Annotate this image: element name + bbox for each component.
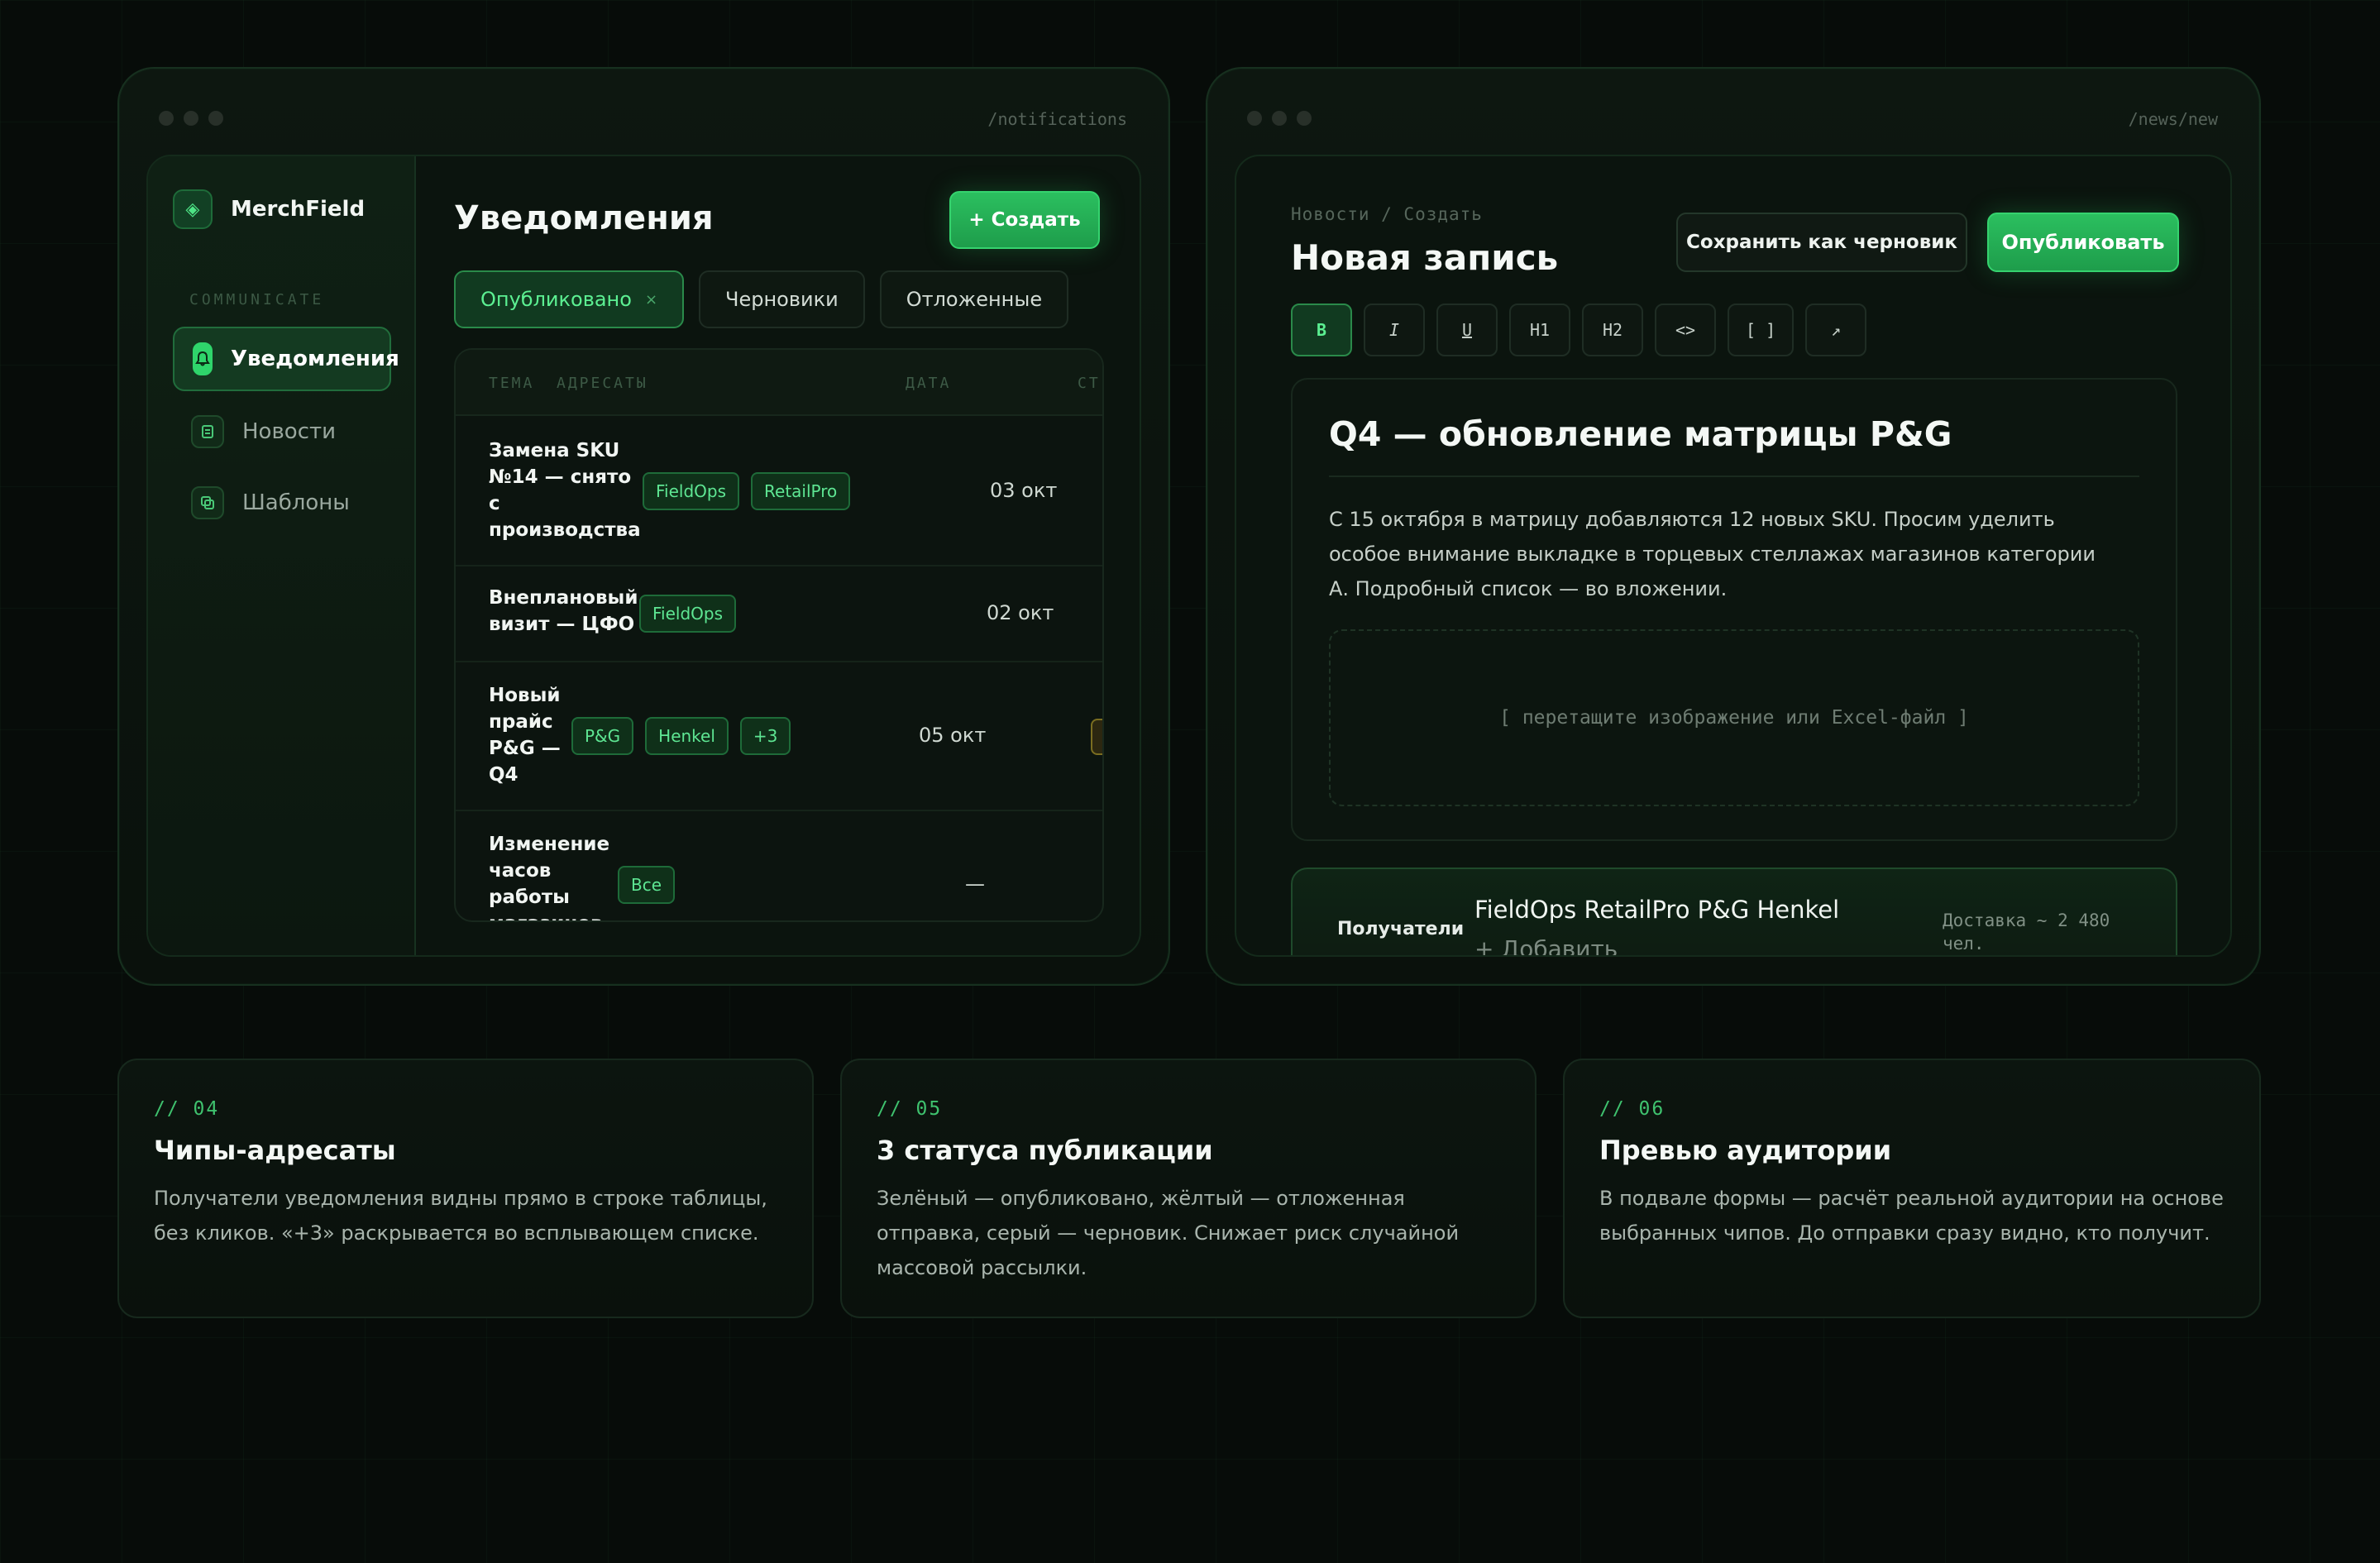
- heading2-button[interactable]: H2: [1582, 304, 1643, 356]
- row-date: 05 окт: [919, 724, 987, 747]
- brand[interactable]: ◈ MerchField: [173, 189, 365, 229]
- column-header-recipients[interactable]: АДРЕСАТЫ: [557, 375, 648, 392]
- row-topic: Внеплановый визит — ЦФО: [489, 587, 638, 635]
- sidebar-item-templates[interactable]: Шаблоны: [173, 471, 391, 535]
- publish-button[interactable]: Опубликовать: [1987, 213, 2179, 272]
- sidebar-item-label: Новости: [242, 419, 337, 444]
- window-path: /notifications: [987, 109, 1127, 129]
- card-title: 3 статуса публикации: [877, 1135, 1213, 1166]
- filter-label: Опубликовано: [480, 288, 632, 311]
- window-controls: [159, 111, 223, 126]
- recipient-chip[interactable]: P&G: [571, 717, 634, 755]
- bracket-button[interactable]: [ ]: [1728, 304, 1795, 356]
- recipient-chips: P&G Henkel +3: [571, 717, 791, 755]
- recipients-chips[interactable]: FieldOps RetailPro P&G Henkel: [1474, 896, 1839, 924]
- sidebar-item-news[interactable]: Новости: [173, 399, 391, 464]
- bold-button[interactable]: B: [1291, 304, 1352, 356]
- document-editor[interactable]: Q4 — обновление матрицы P&G С 15 октября…: [1291, 378, 2177, 841]
- save-draft-button[interactable]: Сохранить как черновик: [1676, 213, 1967, 272]
- card-number: // 04: [154, 1098, 220, 1120]
- filter-drafts[interactable]: Черновики: [699, 270, 865, 328]
- table-row[interactable]: Внеплановый визит — ЦФО FieldOps 02 окт: [456, 566, 1102, 662]
- close-icon[interactable]: ×: [645, 291, 657, 308]
- file-dropzone[interactable]: [ перетащите изображение или Excel-файл …: [1329, 629, 2139, 806]
- app-frame: ◈ MerchField COMMUNICATE Уведомления Нов…: [146, 155, 1141, 957]
- recipient-chip[interactable]: FieldOps: [639, 595, 737, 633]
- recipient-chip-more[interactable]: +3: [739, 717, 791, 755]
- sidebar-item-label: Шаблоны: [242, 490, 350, 515]
- recipients-label: Получатели: [1337, 919, 1465, 939]
- code-button[interactable]: <>: [1655, 304, 1716, 356]
- status-badge: [1091, 719, 1102, 755]
- recipients-footer: Получатели FieldOps RetailPro P&G Henkel…: [1291, 868, 2177, 955]
- news-editor-window: /news/new Новости / Создать Новая запись…: [1206, 67, 2261, 986]
- card-text: Зелёный — опубликовано, жёлтый — отложен…: [877, 1187, 1460, 1279]
- sidebar-item-label: Уведомления: [231, 347, 399, 371]
- row-topic: Новый прайс P&G — Q4: [489, 685, 561, 786]
- card-title: Чипы-адресаты: [154, 1135, 396, 1166]
- recipient-chip[interactable]: Все: [618, 866, 676, 904]
- window-controls: [1247, 111, 1312, 126]
- page-title: Новая запись: [1291, 237, 1559, 278]
- table-row[interactable]: Изменение часов работы магазинов Все —: [456, 811, 1102, 920]
- brand-name: MerchField: [231, 197, 366, 222]
- underline-button[interactable]: U: [1436, 304, 1498, 356]
- feature-card: // 04 Чипы-адресаты Получатели уведомлен…: [117, 1059, 814, 1318]
- filter-published[interactable]: Опубликовано ×: [454, 270, 685, 328]
- recipient-chips: FieldOps: [639, 595, 737, 633]
- copy-icon: [191, 486, 224, 519]
- recipient-chip[interactable]: RetailPro: [751, 472, 851, 510]
- recipient-chip[interactable]: Henkel: [645, 717, 729, 755]
- link-icon[interactable]: ↗: [1805, 304, 1867, 356]
- card-title: Превью аудитории: [1599, 1135, 1892, 1166]
- breadcrumb[interactable]: Новости / Создать: [1291, 204, 1483, 224]
- recipient-chip[interactable]: FieldOps: [643, 472, 740, 510]
- bell-icon: [193, 342, 213, 375]
- delivery-estimate: Доставка ~ 2 480 чел.: [1943, 911, 2110, 954]
- recipient-chips: FieldOps RetailPro: [643, 472, 851, 510]
- heading1-button[interactable]: H1: [1509, 304, 1570, 356]
- card-number: // 05: [877, 1098, 943, 1120]
- notifications-window: /notifications ◈ MerchField COMMUNICATE …: [117, 67, 1170, 986]
- page-title: Уведомления: [454, 199, 714, 237]
- notifications-table: ТЕМА АДРЕСАТЫ ДАТА СТ Замена SKU №14 — с…: [454, 348, 1104, 922]
- feature-card: // 05 3 статуса публикации Зелёный — опу…: [840, 1059, 1536, 1318]
- card-text: В подвале формы — расчёт реальной аудито…: [1599, 1187, 2224, 1245]
- create-button[interactable]: + Создать: [949, 191, 1100, 249]
- column-header-date[interactable]: ДАТА: [906, 375, 951, 392]
- column-header-status[interactable]: СТ: [1078, 375, 1101, 392]
- table-row[interactable]: Новый прайс P&G — Q4 P&G Henkel +3 05 ок…: [456, 662, 1102, 811]
- sidebar-section-label: COMMUNICATE: [189, 291, 325, 308]
- italic-button[interactable]: I: [1364, 304, 1425, 356]
- row-topic: Изменение часов работы магазинов: [489, 834, 610, 920]
- row-topic: Замена SKU №14 — снято с производства: [489, 440, 641, 541]
- card-text: Получатели уведомления видны прямо в стр…: [154, 1187, 767, 1245]
- filter-scheduled[interactable]: Отложенные: [879, 270, 1069, 328]
- status-filters: Опубликовано × Черновики Отложенные: [454, 270, 1069, 328]
- card-number: // 06: [1599, 1098, 1666, 1120]
- format-toolbar: B I U H1 H2 <> [ ] ↗: [1291, 304, 1867, 356]
- sidebar: ◈ MerchField COMMUNICATE Уведомления Нов…: [148, 156, 416, 955]
- document-icon: [191, 415, 224, 448]
- filter-label: Черновики: [725, 288, 839, 311]
- row-date: 02 окт: [987, 601, 1054, 624]
- document-body[interactable]: С 15 октября в матрицу добавляются 12 но…: [1329, 502, 2115, 606]
- table-row[interactable]: Замена SKU №14 — снято с производства Fi…: [456, 418, 1102, 566]
- sidebar-item-notifications[interactable]: Уведомления: [173, 327, 399, 391]
- brand-logo-icon: ◈: [173, 189, 213, 229]
- add-recipient-button[interactable]: + Добавить: [1474, 935, 1618, 955]
- table-header: ТЕМА АДРЕСАТЫ ДАТА СТ: [456, 350, 1102, 416]
- row-date: 03 окт: [990, 479, 1058, 502]
- feature-card: // 06 Превью аудитории В подвале формы —…: [1563, 1059, 2261, 1318]
- recipient-chips: Все: [618, 866, 676, 904]
- document-title[interactable]: Q4 — обновление матрицы P&G: [1329, 414, 2139, 477]
- row-date: —: [965, 872, 985, 896]
- window-path: /news/new: [2128, 109, 2218, 129]
- filter-label: Отложенные: [906, 288, 1043, 311]
- editor-frame: Новости / Создать Новая запись Сохранить…: [1235, 155, 2232, 957]
- column-header-topic[interactable]: ТЕМА: [489, 375, 534, 392]
